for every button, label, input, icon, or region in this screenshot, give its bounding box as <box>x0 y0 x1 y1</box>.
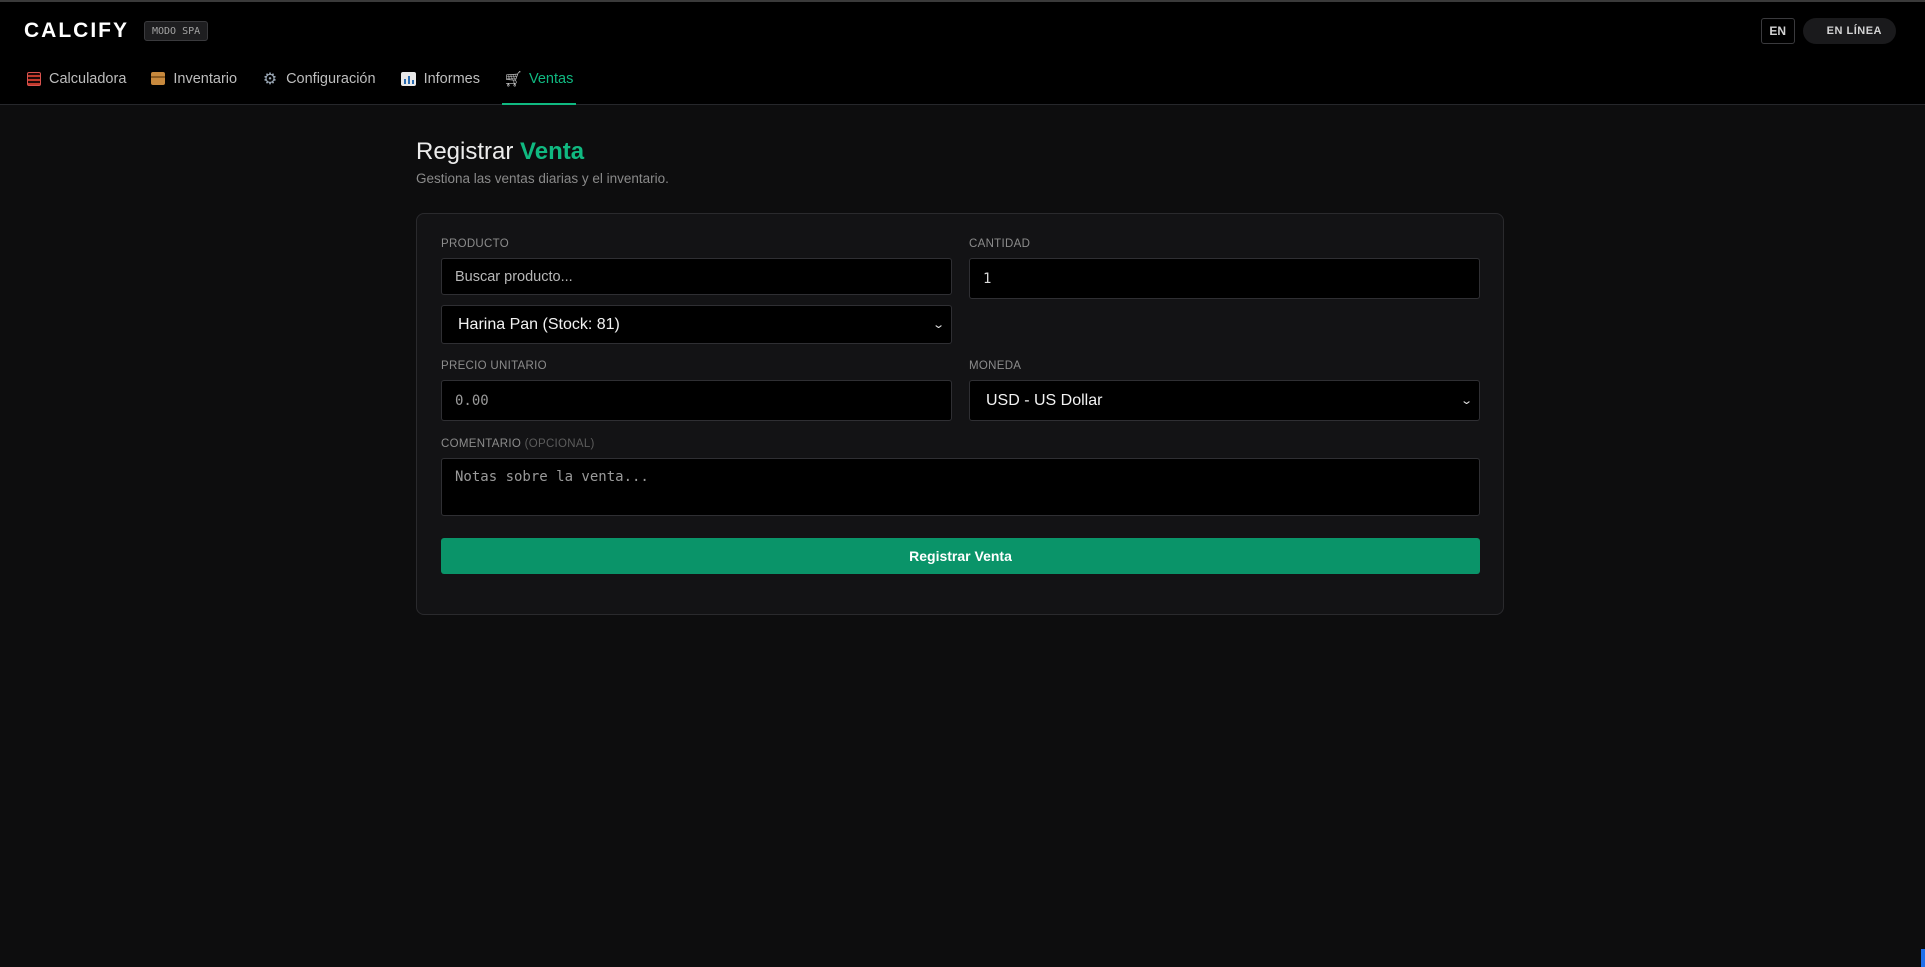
product-select[interactable]: Harina Pan (Stock: 81) ⌄ <box>441 305 952 344</box>
app-header: CALCIFY MODO SPA EN EN LÍNEA Calculadora… <box>0 2 1925 105</box>
tab-label: Inventario <box>173 70 238 87</box>
tab-ventas[interactable]: 🛒︎ Ventas <box>501 58 577 105</box>
comment-label-text: COMENTARIO <box>441 438 522 450</box>
currency-select[interactable]: USD - US Dollar ⌄ <box>969 380 1480 421</box>
brand: CALCIFY MODO SPA <box>24 19 209 43</box>
tab-informes[interactable]: Informes <box>398 58 483 105</box>
comment-optional-text: (OPCIONAL) <box>524 438 595 450</box>
comment-textarea[interactable]: Notas sobre la venta... <box>441 458 1480 516</box>
quantity-label: CANTIDAD <box>969 238 1031 250</box>
tab-label: Ventas <box>528 70 574 87</box>
quantity-input[interactable]: 1 <box>969 258 1480 299</box>
tab-configuracion[interactable]: ⚙ Configuración <box>259 58 378 105</box>
register-sale-button[interactable]: Registrar Venta <box>441 538 1480 574</box>
main-content: Registrar Venta Gestiona las ventas diar… <box>416 138 1504 615</box>
connection-status-label: EN LÍNEA <box>1826 25 1882 37</box>
app-logo: CALCIFY <box>24 19 129 42</box>
status-dot-icon <box>1812 28 1819 34</box>
page-title: Registrar Venta <box>416 138 1504 166</box>
chevron-down-icon: ⌄ <box>1459 395 1473 407</box>
tab-label: Informes <box>423 70 480 87</box>
shopping-cart-icon: 🛒︎ <box>503 70 523 88</box>
sale-form: PRODUCTO Buscar producto... Harina Pan (… <box>416 213 1504 615</box>
product-search-input[interactable]: Buscar producto... <box>441 258 952 295</box>
tab-label: Calculadora <box>49 70 127 87</box>
bar-chart-icon <box>400 71 416 86</box>
gear-icon: ⚙ <box>262 70 278 88</box>
connection-status-badge: EN LÍNEA <box>1802 18 1896 44</box>
product-select-value: Harina Pan (Stock: 81) <box>458 315 620 333</box>
chevron-down-icon: ⌄ <box>931 319 945 331</box>
tab-label: Configuración <box>286 70 376 87</box>
page-subtitle: Gestiona las ventas diarias y el inventa… <box>416 171 669 186</box>
calculator-icon <box>27 71 41 86</box>
tab-calculadora[interactable]: Calculadora <box>24 58 129 105</box>
unit-price-input[interactable]: 0.00 <box>441 380 952 421</box>
language-toggle-button[interactable]: EN <box>1760 18 1795 44</box>
page-title-accent: Venta <box>520 138 585 165</box>
comment-label: COMENTARIO (OPCIONAL) <box>441 438 595 450</box>
product-label: PRODUCTO <box>441 238 509 250</box>
header-controls: EN EN LÍNEA <box>1760 18 1896 44</box>
tab-inventario[interactable]: Inventario <box>148 58 240 105</box>
scrollbar-corner <box>1921 949 1925 967</box>
unit-price-label: PRECIO UNITARIO <box>441 360 547 372</box>
mode-badge: MODO SPA <box>144 21 209 41</box>
page-title-prefix: Registrar <box>416 138 514 165</box>
currency-select-value: USD - US Dollar <box>986 391 1103 409</box>
main-nav: Calculadora Inventario ⚙ Configuración I… <box>24 58 595 105</box>
currency-label: MONEDA <box>969 360 1022 372</box>
package-icon <box>151 72 166 85</box>
